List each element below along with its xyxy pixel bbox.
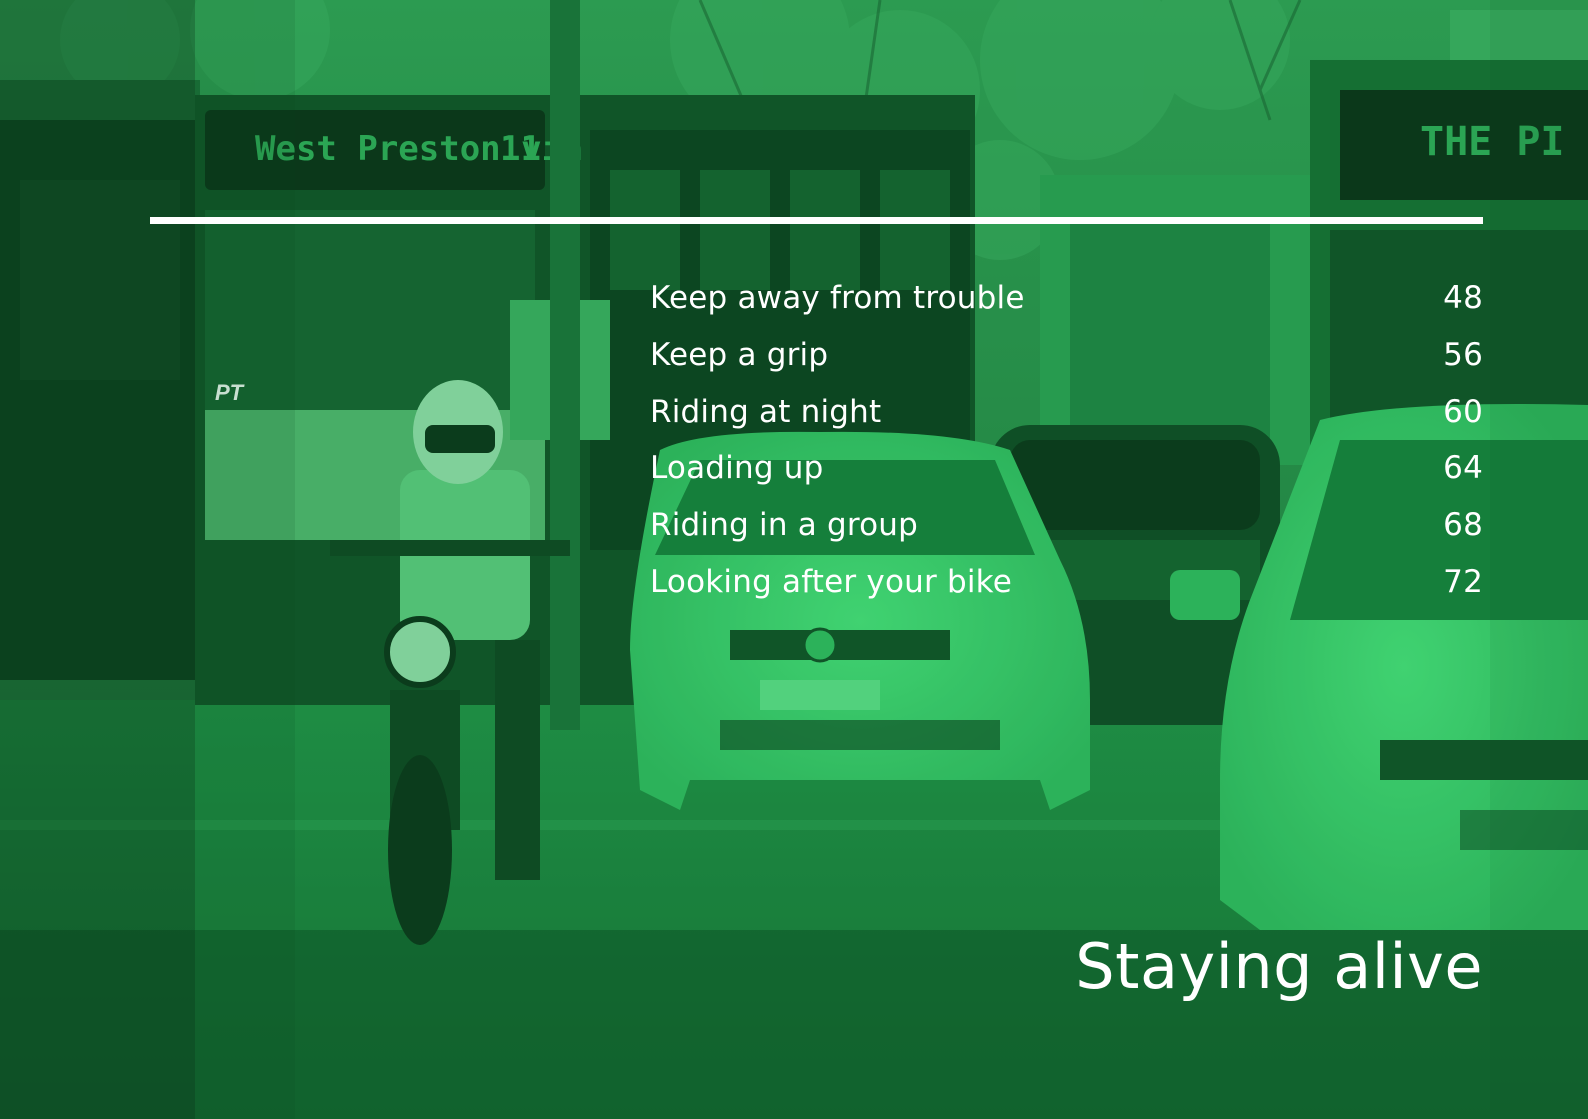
toc-entry[interactable]: Loading up 64 (650, 450, 1483, 507)
header-rule (150, 217, 1483, 224)
toc-entry-title: Keep away from trouble (650, 280, 1025, 316)
toc-entry-title: Riding in a group (650, 507, 919, 544)
toc-entry[interactable]: Riding in a group 68 (650, 507, 1483, 564)
toc-entry-page: 56 (1443, 336, 1483, 373)
toc-entry-title: Loading up (650, 450, 824, 487)
section-title: Staying alive (1075, 930, 1483, 1003)
toc-entry-page: 64 (1443, 450, 1483, 487)
toc-entry-title: Keep a grip (650, 336, 829, 373)
toc-entry-title: Looking after your bike (650, 563, 1012, 600)
toc-entry-page: 68 (1443, 507, 1483, 544)
toc-entry-page: 72 (1443, 563, 1483, 600)
toc-entry[interactable]: Keep away from trouble 48 (650, 280, 1483, 337)
toc-entry-page: 60 (1443, 393, 1483, 430)
toc-entry[interactable]: Keep a grip 56 (650, 337, 1483, 394)
toc-entry[interactable]: Looking after your bike 72 (650, 564, 1483, 621)
toc-entry-title: Riding at night (650, 393, 882, 430)
toc-entry[interactable]: Riding at night 60 (650, 394, 1483, 451)
table-of-contents: Keep away from trouble 48 Keep a grip 56… (650, 280, 1483, 621)
toc-entry-page: 48 (1443, 280, 1483, 316)
contents-page: West Preston via 11 PT THE PI Keep away … (0, 0, 1588, 1119)
